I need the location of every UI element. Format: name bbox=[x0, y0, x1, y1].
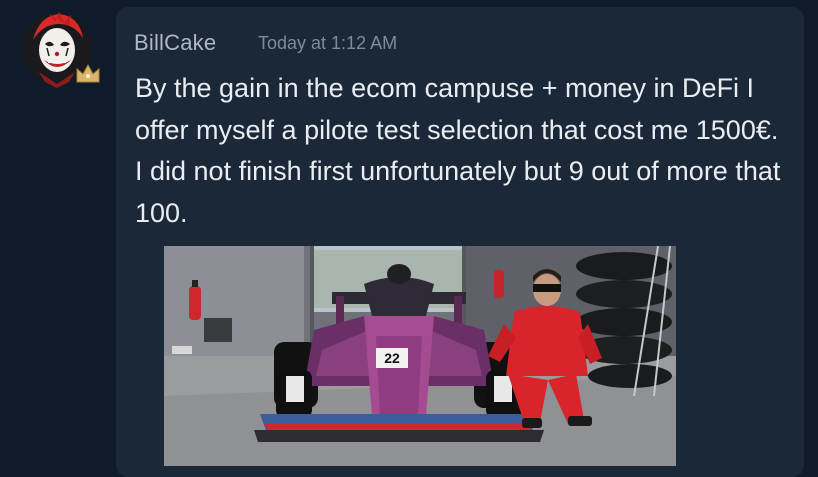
message-timestamp: Today at 1:12 AM bbox=[258, 33, 398, 53]
car-number: 22 bbox=[384, 350, 400, 366]
attachment-image[interactable]: 22 bbox=[164, 246, 676, 466]
username[interactable]: BillCake bbox=[134, 30, 216, 56]
race-car-photo: 22 bbox=[164, 246, 676, 466]
crown-icon bbox=[76, 63, 100, 83]
avatar[interactable] bbox=[19, 10, 100, 90]
message-text: By the gain in the ecom campuse + money … bbox=[135, 73, 781, 228]
